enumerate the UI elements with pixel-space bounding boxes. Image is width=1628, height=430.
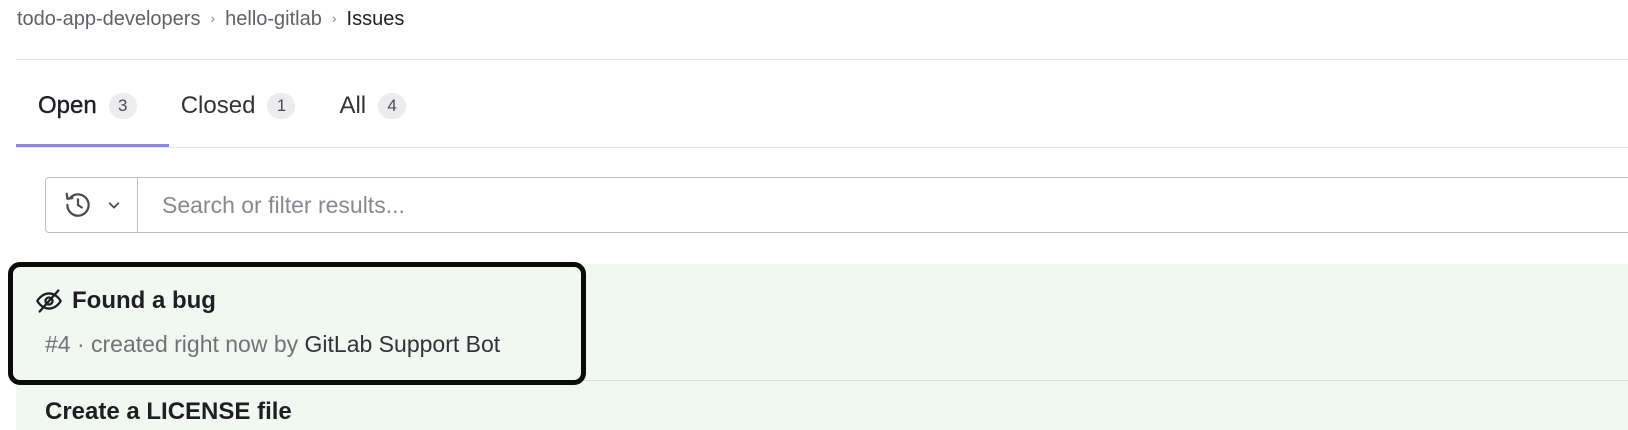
issue-row-highlight[interactable]	[8, 262, 586, 385]
issue-author-link[interactable]: GitLab Support Bot	[305, 331, 501, 357]
recent-searches-dropdown[interactable]	[46, 178, 138, 232]
issue-state-tabs: Open 3 Closed 1 All 4	[16, 86, 428, 148]
header-divider	[16, 59, 1628, 60]
breadcrumb: todo-app-developers › hello-gitlab › Iss…	[17, 6, 404, 32]
filtered-search-bar	[45, 177, 1628, 233]
chevron-down-icon	[108, 202, 119, 209]
eye-slash-icon	[36, 289, 62, 313]
tab-open-count-badge: 3	[108, 93, 137, 119]
history-icon	[65, 192, 90, 217]
tabs-divider	[16, 147, 1628, 148]
breadcrumb-item-issues[interactable]: Issues	[347, 8, 405, 31]
search-input[interactable]	[138, 178, 1628, 232]
chevron-right-icon: ›	[331, 10, 337, 26]
breadcrumb-item-group[interactable]: todo-app-developers	[17, 8, 200, 31]
tab-all-count-badge: 4	[378, 93, 407, 119]
tab-closed-label: Closed	[180, 92, 256, 119]
tab-closed[interactable]: Closed 1	[159, 86, 318, 126]
issue-meta: #4 · created right now by GitLab Support…	[45, 331, 500, 358]
issue-meta-text: #4 · created right now by	[45, 331, 305, 357]
issue-title-link[interactable]: Found a bug	[72, 287, 216, 315]
breadcrumb-item-project[interactable]: hello-gitlab	[225, 8, 322, 31]
tab-closed-count-badge: 1	[267, 93, 296, 119]
tab-all[interactable]: All 4	[317, 86, 428, 126]
tab-open[interactable]: Open 3	[16, 86, 159, 126]
tab-open-label: Open	[38, 92, 97, 119]
chevron-right-icon: ›	[210, 10, 216, 26]
issue-title-line: Found a bug	[35, 287, 216, 315]
issue-title-link[interactable]: Create a LICENSE file	[45, 398, 292, 426]
tab-all-label: All	[339, 92, 367, 119]
